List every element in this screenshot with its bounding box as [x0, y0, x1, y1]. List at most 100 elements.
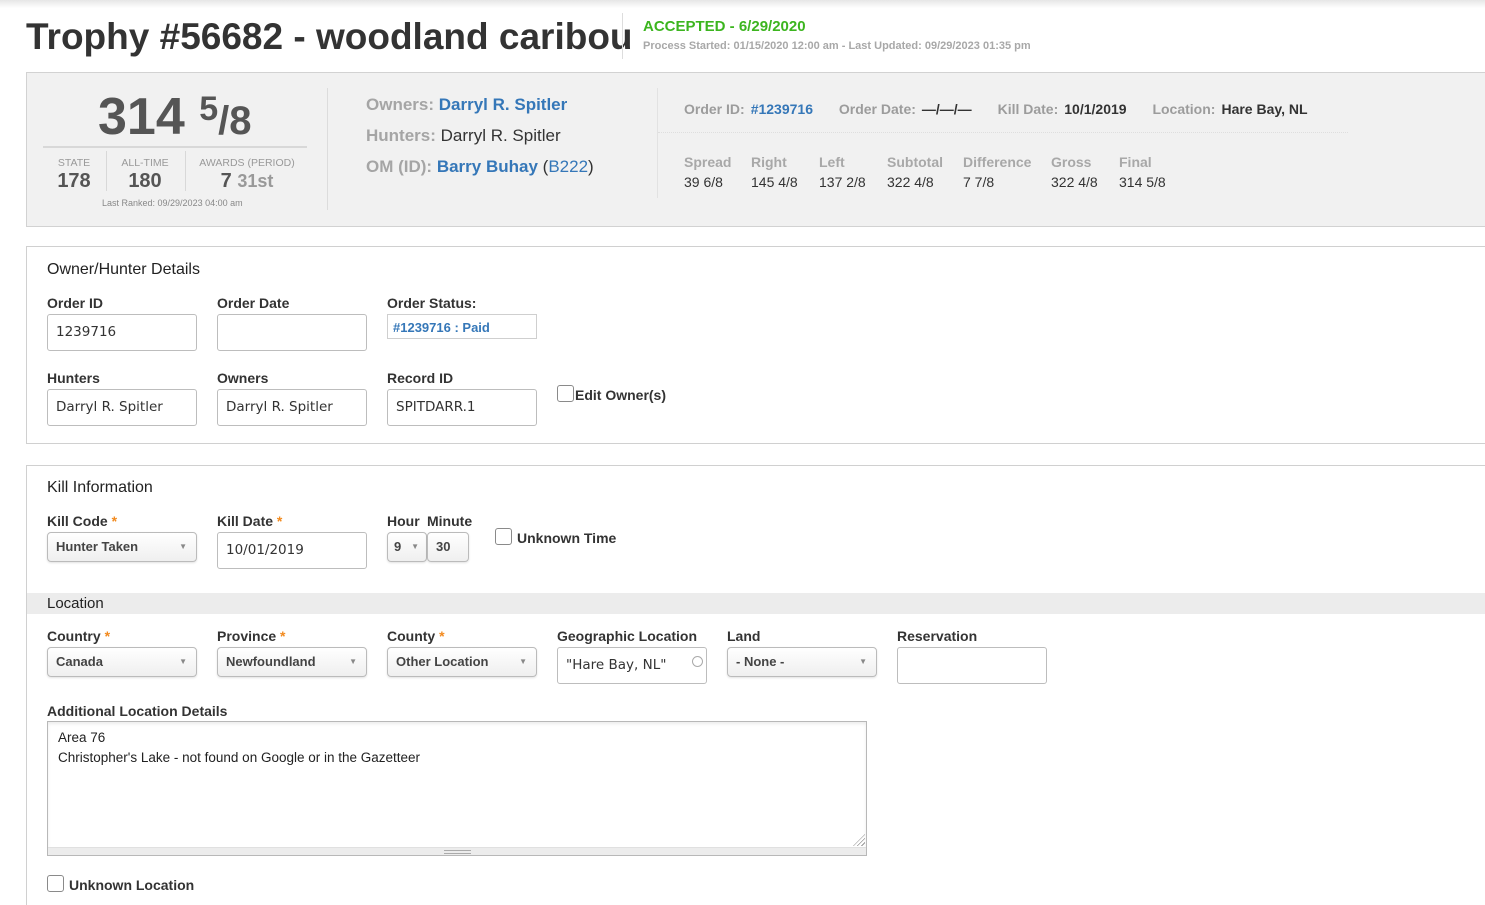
unknown-location-label[interactable]: Unknown Location: [69, 877, 194, 893]
hour-select[interactable]: 9 ▼: [387, 532, 427, 562]
unknown-location-checkbox[interactable]: [47, 875, 64, 892]
kill-date-field: Kill Date *: [217, 513, 282, 531]
field-label: Order Date: [217, 295, 290, 311]
om-name-link[interactable]: Barry Buhay: [437, 157, 538, 176]
rank-divider: [185, 151, 186, 191]
dropdown-arrow-icon: ▼: [519, 657, 527, 666]
geographic-location-input[interactable]: "Hare Bay, NL": [557, 647, 707, 684]
field-label: Minute: [427, 513, 473, 529]
geo-lookup-icon[interactable]: [692, 656, 703, 667]
land-field: Land: [727, 628, 760, 646]
reservation-input[interactable]: [897, 647, 1047, 684]
rank-awards-value: 7 31st: [192, 170, 302, 193]
hunters-input[interactable]: Darryl R. Spitler: [47, 389, 197, 426]
record-id-input[interactable]: SPITDARR.1: [387, 389, 537, 426]
field-label: Owners: [217, 370, 269, 386]
om-id-link[interactable]: B222: [548, 157, 588, 176]
owners-field: Owners: [217, 370, 268, 388]
reservation-field: Reservation: [897, 628, 977, 646]
rank-state-label: STATE: [57, 157, 91, 169]
trophy-summary-panel: 314 5/8 STATE 178 ALL-TIME 180 AWARDS (P…: [26, 72, 1485, 227]
minute-input[interactable]: 30: [427, 532, 469, 562]
rank-awards-label: AWARDS (PERIOD): [199, 157, 295, 169]
process-timestamps: Process Started: 01/15/2020 12:00 am - L…: [643, 40, 1031, 52]
location-title: Location: [47, 595, 104, 612]
measurement-label: Right: [751, 154, 787, 170]
status-badge: ACCEPTED - 6/29/2020: [643, 18, 806, 35]
measurement-value: 7 7/8: [963, 174, 995, 190]
textarea-content: Area 76 Christopher's Lake - not found o…: [58, 730, 421, 765]
dropdown-arrow-icon: ▼: [179, 542, 187, 551]
page-title: Trophy #56682 - woodland caribou: [26, 16, 633, 57]
measurement-label: Left: [819, 154, 845, 170]
minute-field: Minute: [427, 513, 472, 531]
kill-date-input[interactable]: 10/01/2019: [217, 532, 367, 569]
province-select[interactable]: Newfoundland ▼: [217, 647, 367, 677]
owner-hunter-section: Owner/Hunter Details Order ID 1239716 Or…: [26, 246, 1485, 444]
dropdown-arrow-icon: ▼: [179, 657, 187, 666]
select-value: - None -: [736, 654, 785, 669]
unknown-time-label[interactable]: Unknown Time: [517, 530, 616, 546]
rank-awards: AWARDS (PERIOD) 7 31st: [192, 157, 302, 193]
order-status-link[interactable]: #1239716 : Paid: [387, 314, 537, 339]
select-value: Other Location: [396, 654, 489, 669]
resize-handle-icon[interactable]: [853, 834, 865, 846]
field-label: Additional Location Details: [47, 703, 228, 719]
people-info: Owners: Darryl R. Spitler Hunters: Darry…: [366, 95, 594, 176]
edit-owners-label[interactable]: Edit Owner(s): [575, 387, 666, 403]
rank-state: STATE 178: [49, 157, 99, 193]
rank-divider: [106, 151, 107, 191]
order-date-value: —/—/—: [921, 101, 972, 117]
measurement-subtotal: Subtotal 322 4/8: [887, 154, 943, 190]
unknown-time-checkbox[interactable]: [495, 528, 512, 545]
field-label: Province: [217, 628, 277, 644]
owners-input[interactable]: Darryl R. Spitler: [217, 389, 367, 426]
owners-link[interactable]: Darryl R. Spitler: [439, 95, 568, 114]
measurement-gross: Gross 322 4/8: [1051, 154, 1098, 190]
geographic-location-field: Geographic Location: [557, 628, 697, 646]
dropdown-arrow-icon: ▼: [859, 657, 867, 666]
hunters-value: Darryl R. Spitler: [440, 126, 561, 145]
select-value: 9: [394, 539, 402, 554]
measurement-label: Difference: [963, 154, 1032, 170]
field-label: Kill Code: [47, 513, 108, 529]
measurement-left: Left 137 2/8: [819, 154, 866, 190]
select-value: Hunter Taken: [56, 539, 139, 554]
country-select[interactable]: Canada ▼: [47, 647, 197, 677]
grip-icon: [444, 850, 471, 854]
kill-code-field: Kill Code *: [47, 513, 117, 531]
info-divider: [658, 132, 1348, 133]
field-label: Country: [47, 628, 101, 644]
field-label: Land: [727, 628, 761, 644]
hunters-key: Hunters:: [366, 126, 436, 145]
measurement-value: 137 2/8: [819, 174, 866, 190]
location-value: Hare Bay, NL: [1221, 101, 1308, 117]
measurement-value: 314 5/8: [1119, 174, 1166, 190]
dropdown-arrow-icon: ▼: [411, 542, 419, 551]
field-label: Hour: [387, 513, 420, 529]
order-date-input[interactable]: [217, 314, 367, 351]
county-select[interactable]: Other Location ▼: [387, 647, 537, 677]
location-subheader: Location: [27, 593, 1485, 614]
measurement-label: Subtotal: [887, 154, 943, 170]
order-id-input[interactable]: 1239716: [47, 314, 197, 351]
field-label: Reservation: [897, 628, 978, 644]
kill-code-select[interactable]: Hunter Taken ▼: [47, 532, 197, 562]
textarea-grip-bar[interactable]: [48, 847, 866, 855]
awards-count: 7: [220, 170, 232, 192]
field-label: County: [387, 628, 436, 644]
top-shadow: [0, 0, 1485, 8]
required-marker: *: [280, 628, 286, 644]
order-id-link[interactable]: #1239716: [751, 101, 813, 117]
om-key: OM (ID):: [366, 157, 433, 176]
rank-state-value: 178: [57, 170, 91, 192]
order-date-key: Order Date:: [838, 101, 916, 117]
land-select[interactable]: - None - ▼: [727, 647, 877, 677]
summary-divider: [327, 88, 328, 210]
edit-owners-checkbox[interactable]: [557, 385, 574, 402]
field-label: Record ID: [387, 370, 454, 386]
measurement-value: 322 4/8: [1051, 174, 1098, 190]
additional-location-textarea[interactable]: Area 76 Christopher's Lake - not found o…: [47, 721, 867, 856]
measurement-value: 39 6/8: [684, 174, 723, 190]
order-date-field: Order Date: [217, 295, 289, 313]
